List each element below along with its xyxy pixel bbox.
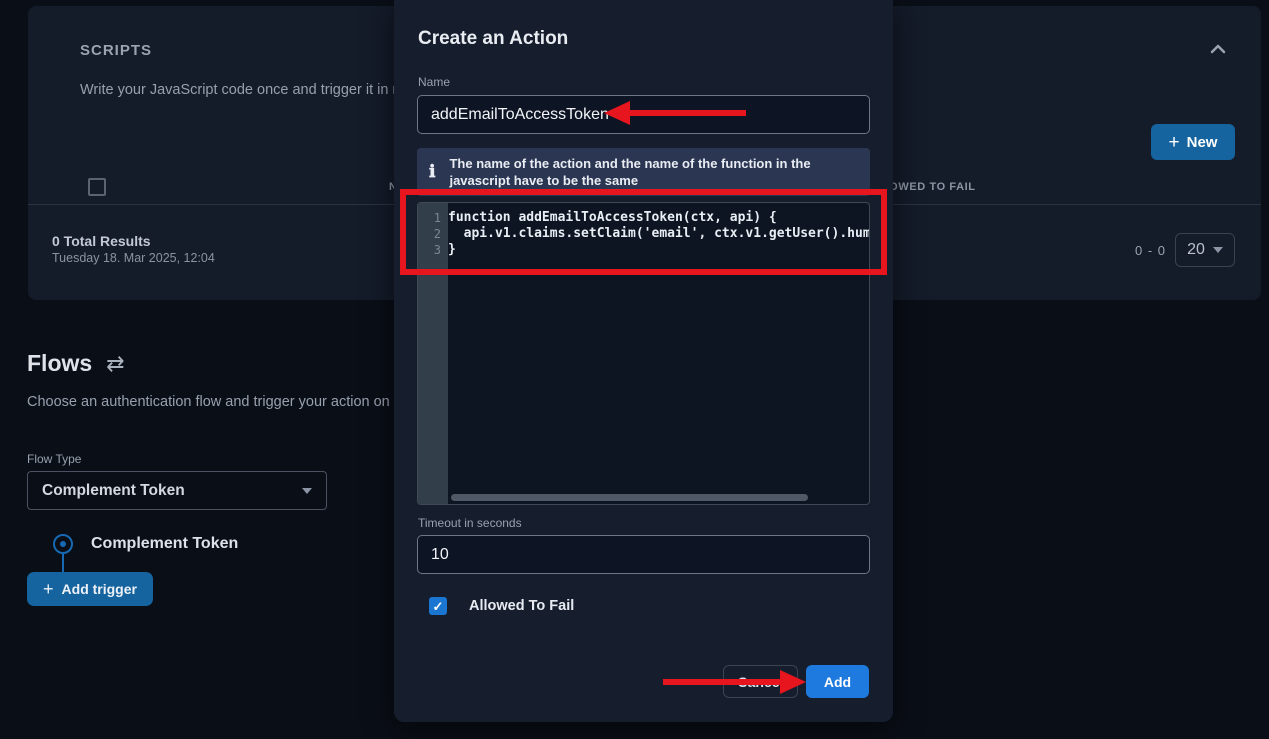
flow-type-label: Flow Type [27, 452, 81, 466]
flows-title-text: Flows [27, 350, 92, 377]
code-line: 2 api.v1.claims.setClaim('email', ctx.v1… [418, 226, 869, 242]
code-line: 3 } [418, 242, 869, 258]
flow-trigger-node-icon [53, 534, 73, 554]
results-timestamp: Tuesday 18. Mar 2025, 12:04 [52, 251, 215, 265]
caret-down-icon [1213, 247, 1223, 253]
scripts-card-title: SCRIPTS [80, 42, 152, 59]
scripts-card-subtitle: Write your JavaScript code once and trig… [80, 82, 442, 98]
add-button[interactable]: Add [806, 665, 869, 698]
name-field-label: Name [418, 75, 450, 89]
caret-down-icon [302, 488, 312, 494]
code-text: } [448, 242, 869, 258]
line-number: 2 [418, 226, 448, 242]
allowed-to-fail-row: ✓ Allowed To Fail [429, 597, 574, 615]
modal-title: Create an Action [418, 28, 568, 50]
allowed-to-fail-label: Allowed To Fail [469, 598, 574, 614]
code-line: 1 function addEmailToAccessToken(ctx, ap… [418, 210, 869, 226]
page-size-select[interactable]: 20 [1175, 233, 1235, 267]
add-trigger-button[interactable]: + Add trigger [27, 572, 153, 606]
code-editor[interactable]: 1 function addEmailToAccessToken(ctx, ap… [417, 202, 870, 505]
timeout-field-label: Timeout in seconds [418, 516, 522, 530]
cancel-button[interactable]: Cancel [723, 665, 798, 698]
line-number: 3 [418, 242, 448, 258]
create-action-modal: Create an Action Name ℹ The name of the … [394, 0, 893, 722]
flow-type-select[interactable]: Complement Token [27, 471, 327, 510]
timeout-input[interactable] [417, 535, 870, 574]
collapse-chevron-up-icon[interactable] [1205, 36, 1231, 62]
line-number: 1 [418, 210, 448, 226]
code-text: function addEmailToAccessToken(ctx, api)… [448, 210, 869, 226]
info-banner: ℹ The name of the action and the name of… [417, 148, 870, 196]
info-line-2: javascript have to be the same [449, 173, 638, 188]
pagination-range: 0 - 0 [1135, 243, 1166, 258]
flows-section-title: Flows ⇄ [27, 350, 125, 377]
checkmark-icon: ✓ [433, 600, 444, 613]
flow-type-value: Complement Token [42, 482, 185, 500]
info-icon: ℹ [429, 162, 435, 182]
action-name-input[interactable] [417, 95, 870, 134]
flow-trigger-connector-line [62, 554, 64, 573]
horizontal-scrollbar[interactable] [451, 494, 808, 501]
info-banner-text: The name of the action and the name of t… [449, 155, 810, 189]
page-size-value: 20 [1187, 241, 1205, 259]
code-text: api.v1.claims.setClaim('email', ctx.v1.g… [448, 226, 869, 242]
allowed-to-fail-checkbox[interactable]: ✓ [429, 597, 447, 615]
add-trigger-button-label: Add trigger [62, 581, 137, 597]
total-results-text: 0 Total Results [52, 233, 151, 249]
flows-subtitle: Choose an authentication flow and trigge… [27, 394, 421, 410]
new-action-button-label: New [1187, 134, 1218, 151]
plus-icon: + [1169, 133, 1180, 152]
flow-trigger-node-dot [60, 541, 66, 547]
flow-trigger-node-label: Complement Token [91, 535, 238, 553]
plus-icon: + [43, 580, 54, 598]
select-all-checkbox[interactable] [88, 178, 106, 196]
info-line-1: The name of the action and the name of t… [449, 156, 810, 171]
new-action-button[interactable]: + New [1151, 124, 1235, 160]
swap-arrows-icon: ⇄ [106, 351, 124, 377]
code-lines: 1 function addEmailToAccessToken(ctx, ap… [418, 210, 869, 258]
